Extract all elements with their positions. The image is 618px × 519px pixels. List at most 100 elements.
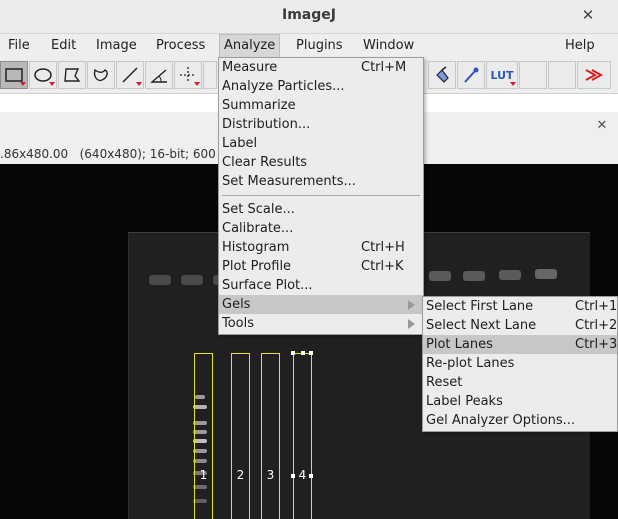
menu-item-label: Distribution...	[222, 117, 311, 132]
freehand-tool-icon[interactable]	[87, 61, 115, 89]
lut-label: LUT	[490, 68, 514, 82]
menu-window[interactable]: Window	[359, 34, 418, 58]
menu-item-clear-results[interactable]: Clear Results	[219, 153, 423, 172]
gel-well	[463, 271, 485, 281]
menu-item-label: Gels	[222, 297, 251, 312]
menu-item-label: Plot Profile	[222, 259, 292, 274]
menu-item-set-scale[interactable]: Set Scale...	[219, 200, 423, 219]
menu-item-re-plot-lanes[interactable]: Re-plot Lanes	[423, 354, 617, 373]
color-picker-icon[interactable]	[457, 61, 485, 89]
menu-item-gels[interactable]: Gels	[219, 295, 423, 314]
menu-item-label: Re-plot Lanes	[426, 356, 515, 371]
polygon-tool-icon[interactable]	[58, 61, 86, 89]
blank-tool-1[interactable]	[519, 61, 547, 89]
menu-item-shortcut: Ctrl+K	[361, 259, 404, 274]
gel-well	[181, 275, 203, 285]
menu-item-label: Plot Lanes	[426, 337, 493, 352]
menu-item-label: Select Next Lane	[426, 318, 537, 333]
menu-item-label: Reset	[426, 375, 463, 390]
menu-item-shortcut: Ctrl+M	[361, 60, 407, 75]
menu-item-plot-profile[interactable]: Plot Profile Ctrl+K	[219, 257, 423, 276]
menu-item-shortcut: Ctrl+H	[361, 240, 405, 255]
rectangle-tool-icon[interactable]	[0, 61, 28, 89]
angle-tool-icon[interactable]	[145, 61, 173, 89]
lane-selection-3[interactable]: 3	[261, 353, 280, 519]
lane-label: 2	[236, 468, 245, 482]
menu-item-analyze-particles[interactable]: Analyze Particles...	[219, 77, 423, 96]
menu-item-label: Surface Plot...	[222, 278, 313, 293]
gel-well	[535, 269, 557, 279]
menu-item-calibrate[interactable]: Calibrate...	[219, 219, 423, 238]
menu-item-label: Select First Lane	[426, 299, 534, 314]
menu-item-distribution[interactable]: Distribution...	[219, 115, 423, 134]
menu-edit[interactable]: Edit	[47, 34, 80, 58]
menu-item-label: Analyze Particles...	[222, 79, 345, 94]
menu-item-shortcut: Ctrl+3	[575, 337, 618, 352]
menu-item-shortcut: Ctrl+1	[575, 299, 618, 314]
line-tool-icon[interactable]	[116, 61, 144, 89]
menu-item-label: Tools	[222, 316, 255, 331]
lane-selection-2[interactable]: 2	[231, 353, 250, 519]
lut-icon[interactable]: LUT	[486, 61, 518, 89]
menu-process[interactable]: Process	[152, 34, 209, 58]
menu-separator	[222, 195, 420, 196]
menu-item-label: Clear Results	[222, 155, 308, 170]
menu-bar: File Edit Image Process Analyze Plugins …	[0, 34, 618, 58]
menu-item-label: Gel Analyzer Options...	[426, 413, 576, 428]
menu-item-plot-lanes[interactable]: Plot Lanes Ctrl+3	[423, 335, 617, 354]
lane-selection-4[interactable]: 4	[291, 351, 313, 519]
menu-item-select-first-lane[interactable]: Select First Lane Ctrl+1	[423, 297, 617, 316]
menu-item-histogram[interactable]: Histogram Ctrl+H	[219, 238, 423, 257]
menu-item-gel-analyzer-options[interactable]: Gel Analyzer Options...	[423, 411, 617, 430]
menu-item-label: Label	[222, 136, 258, 151]
menu-file[interactable]: File	[4, 34, 34, 58]
menu-item-reset[interactable]: Reset	[423, 373, 617, 392]
menu-item-measure[interactable]: Measure Ctrl+M	[219, 58, 423, 77]
menu-item-summarize[interactable]: Summarize	[219, 96, 423, 115]
dropper-tool-icon[interactable]	[428, 61, 456, 89]
menu-item-label: Calibrate...	[222, 221, 294, 236]
menu-image[interactable]: Image	[92, 34, 141, 58]
close-icon[interactable]: ✕	[578, 5, 598, 25]
blank-tool-2[interactable]	[548, 61, 576, 89]
lane-label: 1	[199, 468, 208, 482]
selection-handle[interactable]	[309, 474, 313, 478]
menu-item-label: Set Measurements...	[222, 174, 356, 189]
lane-label: 3	[266, 468, 275, 482]
gel-well	[149, 275, 171, 285]
more-tools-icon[interactable]	[577, 61, 611, 89]
image-window-close-icon[interactable]: ✕	[594, 118, 610, 134]
gel-well	[499, 270, 521, 280]
window-title: ImageJ	[282, 7, 336, 23]
image-info: .86x480.00 (640x480); 16-bit; 600	[0, 147, 216, 161]
submenu-arrow-icon	[408, 319, 415, 329]
selection-handle[interactable]	[291, 351, 295, 355]
oval-tool-icon[interactable]	[29, 61, 57, 89]
menu-item-label: Measure	[222, 60, 278, 75]
menu-item-shortcut: Ctrl+2	[575, 318, 618, 333]
menu-help[interactable]: Help	[561, 34, 599, 58]
menu-item-tools[interactable]: Tools	[219, 314, 423, 333]
lane-selection-1[interactable]: 1	[194, 353, 213, 519]
menu-item-surface-plot[interactable]: Surface Plot...	[219, 276, 423, 295]
menu-item-label: Label Peaks	[426, 394, 503, 409]
selection-handle[interactable]	[309, 351, 313, 355]
text-tool-icon[interactable]	[203, 61, 217, 89]
selection-handle[interactable]	[301, 351, 305, 355]
selection-handle[interactable]	[291, 474, 295, 478]
point-tool-icon[interactable]	[174, 61, 202, 89]
menu-item-label: Summarize	[222, 98, 296, 113]
menu-plugins[interactable]: Plugins	[292, 34, 347, 58]
analyze-menu: Measure Ctrl+M Analyze Particles... Summa…	[218, 57, 424, 335]
menu-item-label-peaks[interactable]: Label Peaks	[423, 392, 617, 411]
menu-item-label: Set Scale...	[222, 202, 295, 217]
menu-item-label[interactable]: Label	[219, 134, 423, 153]
submenu-arrow-icon	[408, 300, 415, 310]
menu-item-select-next-lane[interactable]: Select Next Lane Ctrl+2	[423, 316, 617, 335]
gels-submenu: Select First Lane Ctrl+1 Select Next Lane…	[422, 296, 618, 432]
title-bar: ImageJ ✕	[0, 0, 618, 34]
menu-item-set-measurements[interactable]: Set Measurements...	[219, 172, 423, 191]
menu-item-label: Histogram	[222, 240, 290, 255]
gel-well	[429, 271, 451, 281]
menu-analyze[interactable]: Analyze	[219, 34, 281, 58]
